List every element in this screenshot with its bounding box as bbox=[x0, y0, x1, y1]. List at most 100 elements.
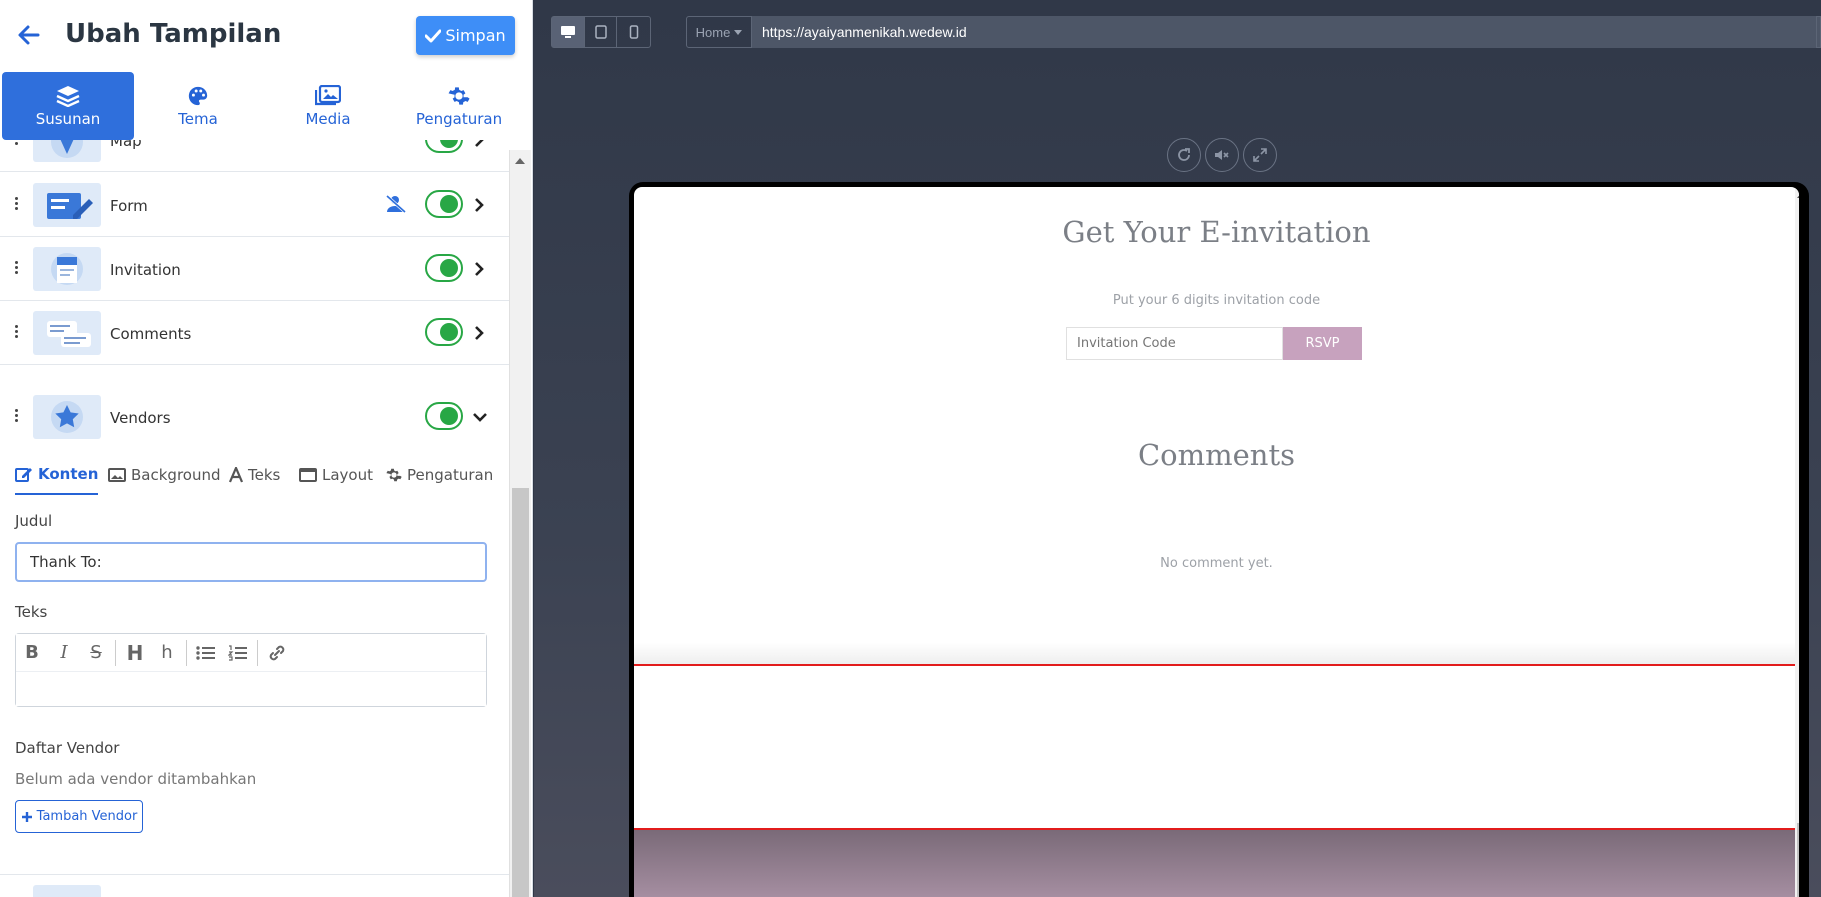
subtab-konten[interactable]: Konten bbox=[15, 455, 99, 495]
map-thumbnail bbox=[33, 140, 101, 162]
mute-button[interactable] bbox=[1205, 138, 1239, 172]
heading-large-icon[interactable]: H bbox=[119, 637, 151, 669]
desktop-view-button[interactable] bbox=[552, 17, 585, 47]
judul-label: Judul bbox=[15, 512, 53, 530]
drag-handle-icon[interactable] bbox=[15, 261, 19, 277]
tab-media[interactable]: Media bbox=[262, 72, 394, 140]
section-toggle[interactable] bbox=[425, 318, 463, 346]
expand-icon bbox=[1253, 148, 1267, 162]
no-comment-text: No comment yet. bbox=[1160, 556, 1273, 571]
left-scrollbar[interactable] bbox=[509, 150, 531, 897]
editor-toolbar: B I S H h bbox=[16, 634, 486, 672]
font-icon bbox=[229, 467, 243, 483]
url-text: https://ayaiyanmenikah.wedew.id bbox=[762, 24, 967, 40]
preview-scrollbar[interactable] bbox=[1795, 187, 1799, 897]
invitation-code-input[interactable] bbox=[1066, 327, 1283, 360]
daftar-vendor-label: Daftar Vendor bbox=[15, 739, 120, 757]
editor-panel: Ubah Tampilan Simpan Susunan Tema Media … bbox=[0, 0, 533, 897]
page-select[interactable]: Home bbox=[686, 16, 752, 48]
toolbar-divider bbox=[115, 639, 116, 666]
bold-icon[interactable]: B bbox=[16, 637, 48, 669]
scroll-up-icon[interactable] bbox=[1797, 192, 1799, 198]
section-row-next[interactable] bbox=[0, 874, 509, 897]
chevron-right-icon[interactable] bbox=[472, 323, 486, 343]
comments-thumbnail bbox=[33, 311, 101, 355]
rsvp-button[interactable]: RSVP bbox=[1283, 327, 1362, 360]
drag-handle-icon[interactable] bbox=[15, 140, 19, 148]
check-icon bbox=[425, 29, 442, 42]
section-row-comments[interactable]: Comments bbox=[0, 301, 509, 365]
section-row-vendors[interactable]: Vendors bbox=[0, 385, 509, 449]
tablet-icon bbox=[594, 25, 607, 39]
arrow-left-icon bbox=[18, 25, 40, 45]
tab-label: Susunan bbox=[35, 109, 101, 128]
chevron-right-icon[interactable] bbox=[472, 140, 486, 150]
italic-icon[interactable]: I bbox=[48, 637, 80, 669]
link-icon[interactable] bbox=[261, 637, 293, 669]
section-thumbnail bbox=[33, 885, 101, 897]
tab-susunan[interactable]: Susunan bbox=[2, 72, 134, 140]
fullscreen-button[interactable] bbox=[1243, 138, 1277, 172]
vendors-thumbnail bbox=[33, 395, 101, 439]
mobile-view-button[interactable] bbox=[617, 17, 650, 47]
preview-panel: Home https://ayaiyanmenikah.wedew.id Get… bbox=[534, 0, 1821, 897]
page-select-value: Home bbox=[695, 24, 731, 40]
section-row-map[interactable]: Map bbox=[0, 140, 509, 172]
tab-tema[interactable]: Tema bbox=[132, 72, 264, 140]
section-vendors-expanded: Vendors Konten Background Teks Layout Pe… bbox=[0, 385, 509, 875]
chevron-right-icon[interactable] bbox=[472, 195, 486, 215]
section-label: Comments bbox=[110, 325, 192, 343]
save-button[interactable]: Simpan bbox=[416, 16, 515, 55]
mobile-icon bbox=[629, 25, 638, 39]
subtab-teks[interactable]: Teks bbox=[229, 455, 280, 495]
image-icon bbox=[108, 468, 126, 482]
strikethrough-icon[interactable]: S bbox=[80, 637, 112, 669]
editor-header: Ubah Tampilan Simpan bbox=[0, 0, 532, 70]
judul-input[interactable] bbox=[15, 542, 487, 582]
toolbar-divider bbox=[186, 639, 187, 666]
tablet-view-button[interactable] bbox=[585, 17, 618, 47]
caret-down-icon bbox=[734, 29, 743, 35]
volume-mute-icon bbox=[1215, 150, 1229, 160]
scrollbar-thumb[interactable] bbox=[1797, 823, 1799, 897]
edit-icon bbox=[15, 468, 32, 482]
bullet-list-icon[interactable] bbox=[190, 637, 222, 669]
subtab-background[interactable]: Background bbox=[108, 455, 221, 495]
drag-handle-icon[interactable] bbox=[15, 325, 19, 341]
drag-handle-icon[interactable] bbox=[15, 409, 19, 425]
subtab-label: Background bbox=[131, 466, 221, 484]
section-toggle[interactable] bbox=[425, 402, 463, 430]
add-vendor-button[interactable]: Tambah Vendor bbox=[15, 800, 143, 833]
editor-textarea[interactable] bbox=[16, 672, 486, 706]
chevron-down-icon[interactable] bbox=[472, 407, 487, 427]
gear-icon bbox=[386, 468, 402, 482]
section-row-invitation[interactable]: Invitation bbox=[0, 237, 509, 301]
vendors-section-highlight[interactable] bbox=[634, 664, 1799, 830]
subtab-layout[interactable]: Layout bbox=[299, 455, 373, 495]
desktop-icon bbox=[560, 26, 575, 38]
window-icon bbox=[299, 468, 317, 482]
drag-handle-icon[interactable] bbox=[15, 197, 19, 213]
section-toggle[interactable] bbox=[425, 190, 463, 218]
section-row-form[interactable]: Form bbox=[0, 173, 509, 237]
subtab-label: Konten bbox=[38, 465, 99, 483]
vendor-subtabs: Konten Background Teks Layout Pengaturan bbox=[0, 455, 509, 499]
url-bar[interactable]: https://ayaiyanmenikah.wedew.id bbox=[752, 16, 1821, 48]
tab-pengaturan[interactable]: Pengaturan bbox=[393, 72, 525, 140]
section-toggle[interactable] bbox=[425, 140, 463, 153]
refresh-button[interactable] bbox=[1167, 138, 1201, 172]
numbered-list-icon[interactable] bbox=[222, 637, 254, 669]
subtab-pengaturan[interactable]: Pengaturan bbox=[386, 455, 493, 495]
user-slash-icon[interactable] bbox=[385, 194, 407, 219]
heading-small-icon[interactable]: h bbox=[151, 637, 183, 669]
subtab-label: Layout bbox=[322, 466, 373, 484]
section-toggle[interactable] bbox=[425, 254, 463, 282]
back-button[interactable] bbox=[14, 20, 44, 50]
chevron-right-icon[interactable] bbox=[472, 259, 486, 279]
scrollbar-thumb[interactable] bbox=[512, 488, 529, 897]
section-label: Map bbox=[110, 140, 142, 150]
scroll-up-icon[interactable] bbox=[515, 158, 525, 164]
page-title: Ubah Tampilan bbox=[65, 19, 282, 49]
save-button-label: Simpan bbox=[445, 26, 506, 45]
images-icon bbox=[315, 84, 341, 105]
